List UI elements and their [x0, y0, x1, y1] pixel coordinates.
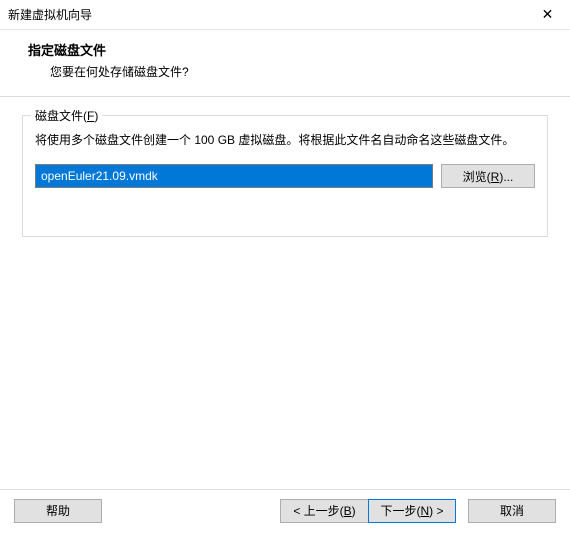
back-hotkey: B: [344, 504, 352, 518]
titlebar: 新建虚拟机向导 ✕: [0, 0, 570, 30]
group-label-suffix: ): [94, 109, 98, 123]
footer: 帮助 < 上一步(B) 下一步(N) > 取消: [0, 489, 570, 531]
group-label-prefix: 磁盘文件(: [35, 109, 87, 123]
disk-file-group: 磁盘文件(F) 将使用多个磁盘文件创建一个 100 GB 虚拟磁盘。将根据此文件…: [22, 115, 548, 237]
group-label: 磁盘文件(F): [31, 107, 102, 124]
next-prefix: 下一步(: [380, 504, 420, 518]
wizard-header: 指定磁盘文件 您要在何处存储磁盘文件?: [0, 30, 570, 97]
browse-prefix: 浏览(: [463, 170, 491, 184]
content-area: 磁盘文件(F) 将使用多个磁盘文件创建一个 100 GB 虚拟磁盘。将根据此文件…: [0, 97, 570, 489]
back-button[interactable]: < 上一步(B): [280, 499, 368, 523]
window-title: 新建虚拟机向导: [8, 6, 525, 23]
next-hotkey: N: [420, 504, 429, 518]
help-button[interactable]: 帮助: [14, 499, 102, 523]
page-title: 指定磁盘文件: [28, 40, 556, 59]
next-suffix: ) >: [429, 504, 443, 518]
next-button[interactable]: 下一步(N) >: [368, 499, 456, 523]
input-row: 浏览(R)...: [35, 164, 535, 188]
cancel-button[interactable]: 取消: [468, 499, 556, 523]
back-suffix: ): [352, 504, 356, 518]
back-prefix: < 上一步(: [293, 504, 343, 518]
browse-button[interactable]: 浏览(R)...: [441, 164, 535, 188]
browse-suffix: )...: [499, 170, 513, 184]
close-icon[interactable]: ✕: [525, 0, 570, 30]
group-description: 将使用多个磁盘文件创建一个 100 GB 虚拟磁盘。将根据此文件名自动命名这些磁…: [35, 130, 535, 150]
page-description: 您要在何处存储磁盘文件?: [50, 63, 556, 80]
disk-path-input[interactable]: [35, 164, 433, 188]
